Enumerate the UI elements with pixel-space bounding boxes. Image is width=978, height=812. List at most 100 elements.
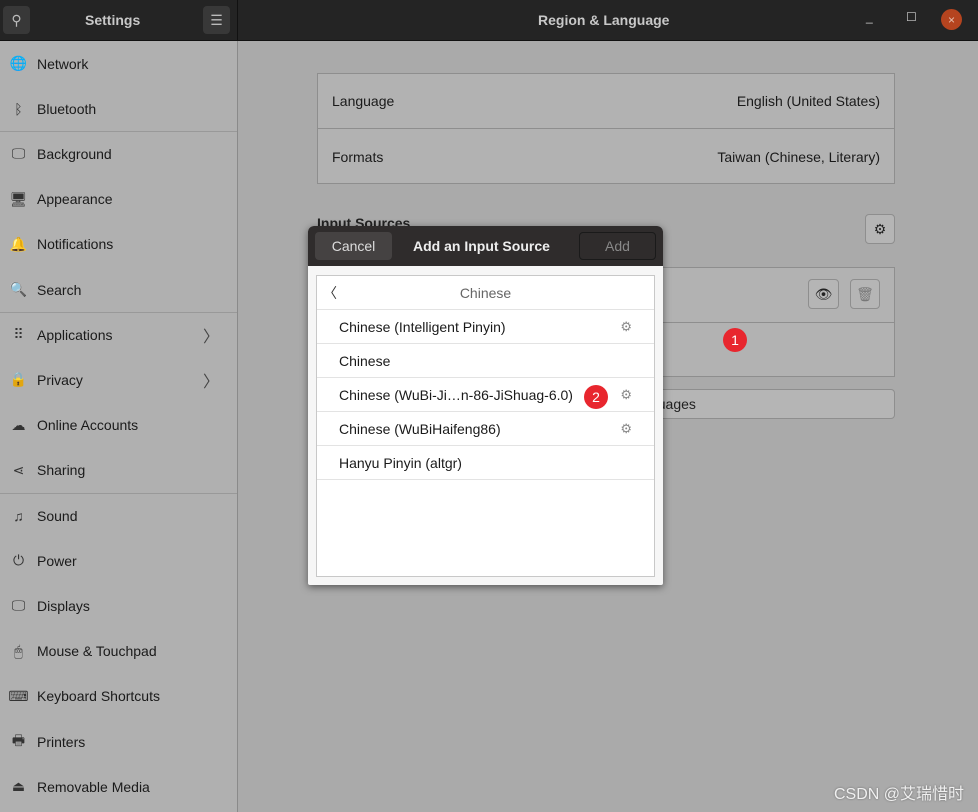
close-button[interactable]: × bbox=[941, 9, 962, 30]
dialog-title: Add an Input Source bbox=[413, 238, 550, 254]
watermark: CSDN @艾瑞惜时 bbox=[833, 786, 964, 803]
category-title: Chinese bbox=[459, 284, 512, 301]
settings-gears-icon: ⚙ bbox=[620, 386, 632, 402]
trash-icon: 🗑 bbox=[856, 285, 874, 302]
panel-title: Region & Language bbox=[538, 12, 670, 28]
input-source-label: Chinese (WuBi-Ji…n-86-JiShuag-6.0) bbox=[339, 386, 573, 403]
sidebar-item-mouse-touchpad[interactable]: 🖱 Mouse & Touchpad bbox=[0, 629, 237, 674]
sidebar-item-label: Displays bbox=[37, 597, 90, 614]
formats-label: Formats bbox=[332, 148, 384, 165]
menu-button[interactable]: ☰ bbox=[203, 6, 230, 34]
sidebar-item-online-accounts[interactable]: ☁ Online Accounts bbox=[0, 403, 237, 448]
settings-gears-icon: ⚙ bbox=[620, 318, 632, 334]
language-label: Language bbox=[332, 93, 395, 109]
add-input-source-dialog: Cancel Add an Input Source Add 〈 Chinese… bbox=[308, 226, 663, 585]
sidebar-item-printers[interactable]: 🖶 Printers bbox=[0, 719, 237, 764]
appearance-icon: 🖥 bbox=[9, 190, 28, 207]
search-icon: 🔍 bbox=[9, 281, 28, 297]
sidebar-item-label: Search bbox=[37, 281, 82, 298]
sidebar-item-appearance[interactable]: 🖥 Appearance bbox=[0, 177, 237, 222]
add-button[interactable]: Add bbox=[579, 232, 656, 260]
input-source-label: Chinese (Intelligent Pinyin) bbox=[339, 318, 506, 335]
sidebar-item-label: Privacy bbox=[37, 371, 83, 388]
sidebar-item-label: Removable Media bbox=[37, 778, 150, 795]
input-source-item[interactable]: Chinese (WuBiHaifeng86) ⚙ bbox=[317, 412, 654, 446]
sidebar-item-label: Sound bbox=[37, 507, 78, 524]
sidebar-item-label: Power bbox=[37, 552, 77, 569]
removable-media-icon: ⏏ bbox=[11, 778, 26, 795]
input-source-item[interactable]: Chinese (Intelligent Pinyin) ⚙ bbox=[317, 310, 654, 344]
input-source-list: 〈 Chinese Chinese (Intelligent Pinyin) ⚙ C… bbox=[316, 275, 655, 577]
privacy-icon: 🔒 bbox=[9, 371, 28, 388]
settings-gears-icon: ⚙ bbox=[620, 420, 632, 436]
back-chevron-icon[interactable]: 〈 bbox=[323, 283, 337, 303]
title-bar: ⚲ Settings ☰ Region & Language _ ☐ × bbox=[0, 0, 978, 41]
bluetooth-icon: ᛒ bbox=[14, 100, 23, 117]
annotation-badge-2: 2 bbox=[584, 385, 608, 409]
input-source-label: Chinese bbox=[339, 352, 391, 369]
category-header[interactable]: 〈 Chinese bbox=[317, 276, 654, 310]
search-icon: ⚲ bbox=[11, 11, 22, 28]
sidebar-header: ⚲ Settings ☰ bbox=[0, 0, 238, 41]
preview-button[interactable]: 👁 bbox=[808, 279, 839, 309]
input-source-item[interactable]: Chinese bbox=[317, 344, 654, 378]
applications-icon: ⠿ bbox=[13, 326, 24, 343]
sharing-icon: ⋖ bbox=[12, 461, 25, 478]
formats-row[interactable]: Formats Taiwan (Chinese, Literary) bbox=[318, 129, 894, 184]
gear-icon: ⚙ bbox=[873, 220, 887, 237]
sidebar: 🌐 Network ᛒ Bluetooth 🖵 Background 🖥 Appearance… bbox=[0, 41, 238, 812]
online-accounts-icon: ☁ bbox=[11, 416, 26, 433]
formats-value: Taiwan (Chinese, Literary) bbox=[717, 148, 880, 165]
minimize-button[interactable]: _ bbox=[866, 10, 873, 24]
language-value: English (United States) bbox=[736, 93, 880, 109]
sidebar-item-displays[interactable]: 🖵 Displays bbox=[0, 583, 237, 628]
sound-icon: ♫ bbox=[13, 507, 24, 524]
background-icon: 🖵 bbox=[11, 145, 26, 162]
sidebar-item-label: Appearance bbox=[37, 191, 113, 208]
chevron-right-icon: 〉 bbox=[202, 373, 219, 391]
language-row[interactable]: Language English (United States) bbox=[318, 74, 894, 129]
input-source-item[interactable]: Hanyu Pinyin (altgr) bbox=[317, 446, 654, 480]
sidebar-item-label: Sharing bbox=[37, 462, 86, 479]
notifications-icon: 🔔 bbox=[9, 235, 28, 252]
sidebar-item-network[interactable]: 🌐 Network bbox=[0, 41, 237, 86]
sidebar-item-sharing[interactable]: ⋖ Sharing bbox=[0, 448, 237, 493]
app-title: Settings bbox=[85, 12, 141, 28]
hamburger-icon: ☰ bbox=[210, 11, 223, 28]
sidebar-item-label: Keyboard Shortcuts bbox=[37, 688, 160, 705]
chevron-right-icon: 〉 bbox=[202, 328, 219, 346]
displays-icon: 🖵 bbox=[11, 597, 26, 614]
sidebar-item-notifications[interactable]: 🔔 Notifications bbox=[0, 222, 237, 267]
keyboard-shortcuts-icon: ⌨ bbox=[8, 687, 29, 704]
sidebar-item-label: Network bbox=[37, 55, 89, 72]
sidebar-item-power[interactable]: ⏻ Power bbox=[0, 538, 237, 583]
search-button[interactable]: ⚲ bbox=[3, 6, 30, 34]
sidebar-item-label: Applications bbox=[37, 326, 113, 343]
sidebar-item-label: Background bbox=[37, 145, 112, 162]
sidebar-item-background[interactable]: 🖵 Background bbox=[0, 131, 237, 176]
sidebar-item-label: Mouse & Touchpad bbox=[37, 643, 157, 660]
annotation-badge-1: 1 bbox=[723, 328, 747, 352]
sidebar-item-keyboard-shortcuts[interactable]: ⌨ Keyboard Shortcuts bbox=[0, 674, 237, 719]
sidebar-item-label: Notifications bbox=[37, 236, 114, 253]
sidebar-item-label: Printers bbox=[37, 733, 86, 750]
sidebar-item-label: Online Accounts bbox=[37, 417, 139, 434]
eye-icon: 👁 bbox=[814, 285, 833, 302]
close-icon: × bbox=[947, 12, 955, 27]
sidebar-item-privacy[interactable]: 🔒 Privacy 〉 bbox=[0, 357, 237, 402]
dialog-header: Cancel Add an Input Source Add bbox=[308, 226, 663, 266]
sidebar-item-search[interactable]: 🔍 Search bbox=[0, 267, 237, 312]
maximize-button[interactable]: ☐ bbox=[906, 10, 917, 24]
input-source-label: Hanyu Pinyin (altgr) bbox=[339, 454, 462, 471]
input-options-button[interactable]: ⚙ bbox=[865, 214, 895, 244]
network-icon: 🌐 bbox=[9, 55, 28, 71]
sidebar-item-applications[interactable]: ⠿ Applications 〉 bbox=[0, 312, 237, 357]
sidebar-item-bluetooth[interactable]: ᛒ Bluetooth bbox=[0, 86, 237, 131]
sidebar-item-removable-media[interactable]: ⏏ Removable Media bbox=[0, 764, 237, 809]
sidebar-item-label: Bluetooth bbox=[37, 100, 97, 117]
power-icon: ⏻ bbox=[12, 552, 25, 569]
cancel-button[interactable]: Cancel bbox=[315, 232, 392, 260]
sidebar-item-sound[interactable]: ♫ Sound bbox=[0, 493, 237, 538]
remove-button[interactable]: 🗑 bbox=[850, 279, 880, 309]
printers-icon: 🖶 bbox=[11, 731, 26, 748]
